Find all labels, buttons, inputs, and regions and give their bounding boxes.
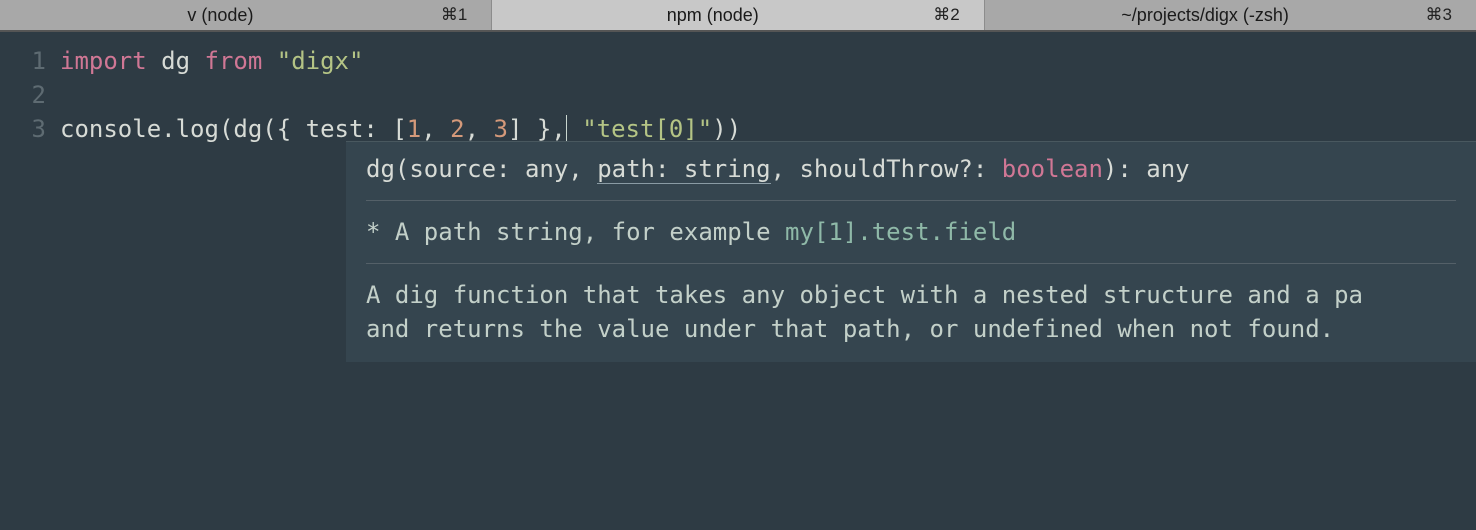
code-line-1[interactable]: 1 import dg from "digx" bbox=[0, 44, 1476, 78]
token-string: "digx" bbox=[277, 47, 364, 75]
divider bbox=[366, 200, 1456, 201]
token-number: 2 bbox=[450, 115, 464, 143]
signature-help-tooltip: dg(source: any, path: string, shouldThro… bbox=[346, 141, 1476, 362]
sig-type: boolean bbox=[1002, 155, 1103, 183]
sig-active-param: path: string bbox=[597, 155, 770, 184]
code-content: import dg from "digx" bbox=[60, 44, 363, 78]
token-keyword: import bbox=[60, 47, 147, 75]
tab-3[interactable]: ~/projects/digx (-zsh) ⌘3 bbox=[985, 0, 1476, 30]
tab-shortcut: ⌘3 bbox=[1426, 5, 1452, 25]
doc-bullet: * A path string, for example bbox=[366, 218, 785, 246]
token: )) bbox=[712, 115, 741, 143]
divider bbox=[366, 263, 1456, 264]
line-number: 1 bbox=[0, 44, 60, 78]
token: ] }, bbox=[508, 115, 566, 143]
sig-text: , shouldThrow?: bbox=[771, 155, 1002, 183]
token-string: "test[0]" bbox=[582, 115, 712, 143]
tab-bar: v (node) ⌘1 npm (node) ⌘2 ~/projects/dig… bbox=[0, 0, 1476, 32]
token-keyword: from bbox=[205, 47, 263, 75]
tab-1[interactable]: v (node) ⌘1 bbox=[0, 0, 492, 30]
tab-title: npm (node) bbox=[492, 5, 933, 26]
tab-title: v (node) bbox=[0, 5, 441, 26]
tab-shortcut: ⌘1 bbox=[441, 5, 467, 25]
token-number: 3 bbox=[494, 115, 508, 143]
token: , bbox=[421, 115, 450, 143]
line-number: 2 bbox=[0, 78, 60, 112]
token: dg bbox=[147, 47, 205, 75]
doc-example: my[1].test.field bbox=[785, 218, 1016, 246]
code-editor[interactable]: 1 import dg from "digx" 2 3 console.log(… bbox=[0, 32, 1476, 530]
tab-title: ~/projects/digx (-zsh) bbox=[985, 5, 1426, 26]
param-doc-line: * A path string, for example my[1].test.… bbox=[366, 215, 1456, 249]
tab-2[interactable]: npm (node) ⌘2 bbox=[492, 0, 984, 30]
token bbox=[568, 115, 582, 143]
token bbox=[262, 47, 276, 75]
token-number: 1 bbox=[407, 115, 421, 143]
signature-line: dg(source: any, path: string, shouldThro… bbox=[366, 152, 1456, 186]
sig-text: ): any bbox=[1103, 155, 1190, 183]
text-cursor bbox=[566, 115, 567, 141]
function-doc: A dig function that takes any object wit… bbox=[366, 278, 1456, 346]
sig-text: dg(source: any, bbox=[366, 155, 597, 183]
token: , bbox=[465, 115, 494, 143]
line-number: 3 bbox=[0, 112, 60, 146]
code-line-2[interactable]: 2 bbox=[0, 78, 1476, 112]
tab-shortcut: ⌘2 bbox=[933, 5, 959, 25]
token: console.log(dg({ test: [ bbox=[60, 115, 407, 143]
